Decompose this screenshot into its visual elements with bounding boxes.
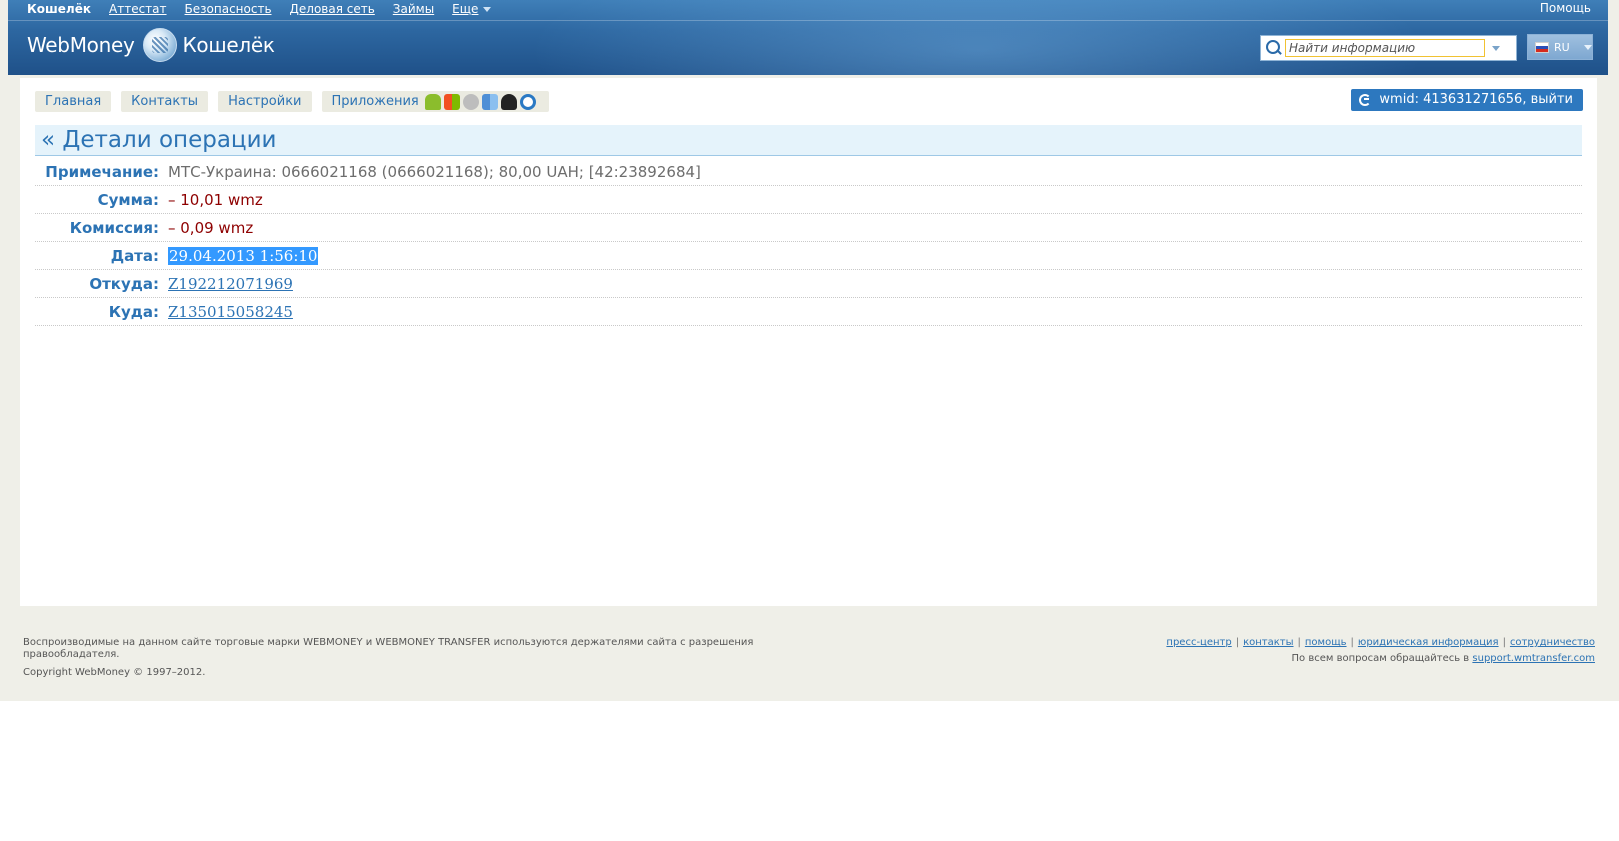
- separator: |: [1502, 637, 1506, 648]
- detail-row-amount: Сумма: – 10,01 wmz: [35, 186, 1582, 214]
- mac-icon[interactable]: [481, 93, 498, 110]
- footer-link-cooperation[interactable]: сотрудничество: [1510, 637, 1595, 648]
- windows-icon[interactable]: [443, 93, 460, 110]
- language-selector[interactable]: RU: [1527, 34, 1593, 60]
- separator: |: [1235, 637, 1240, 648]
- nav-security[interactable]: Безопасность: [185, 2, 272, 16]
- logo[interactable]: WebMoney Кошелёк: [27, 28, 275, 62]
- separator: |: [1350, 637, 1354, 648]
- footer-links: пресс-центр | контакты | помощь | юридическая …: [1166, 637, 1595, 665]
- footer-link-help[interactable]: помощь: [1305, 637, 1347, 648]
- tab-contacts[interactable]: Контакты: [121, 91, 209, 112]
- operation-details: Примечание: МТС-Украина: 0666021168 (066…: [35, 158, 1582, 326]
- nav-more[interactable]: Еще: [452, 2, 492, 16]
- detail-label: Комиссия:: [69, 218, 159, 237]
- chevron-down-icon: [1492, 45, 1500, 51]
- tab-applications-label: Приложения: [331, 94, 419, 109]
- search-icon[interactable]: [1261, 36, 1285, 60]
- section-tabs: Главная Контакты Настройки Приложения: [35, 91, 559, 112]
- footer-link-contacts[interactable]: контакты: [1243, 637, 1293, 648]
- detail-link-from[interactable]: Z192212071969: [168, 275, 293, 293]
- linux-icon[interactable]: [500, 93, 517, 110]
- detail-value-note: МТС-Украина: 0666021168 (0666021168); 80…: [168, 162, 701, 181]
- nav-wallet[interactable]: Кошелёк: [27, 2, 91, 16]
- detail-label: Куда:: [108, 302, 159, 321]
- detail-value-fee: – 0,09 wmz: [168, 218, 254, 237]
- nav-business-network[interactable]: Деловая сеть: [290, 2, 375, 16]
- support-text: По всем вопросам обращайтесь в: [1291, 653, 1470, 664]
- search-input[interactable]: [1285, 39, 1485, 57]
- search-box: [1260, 35, 1517, 61]
- detail-label: Откуда:: [89, 274, 159, 293]
- language-code: RU: [1554, 40, 1570, 54]
- separator: |: [1297, 637, 1301, 648]
- tab-applications[interactable]: Приложения: [321, 91, 549, 112]
- webmoney-globe-icon: [142, 28, 177, 62]
- wmid-label: wmid: 413631271656, выйти: [1379, 92, 1573, 107]
- search-dropdown[interactable]: [1485, 36, 1507, 60]
- android-icon[interactable]: [424, 93, 441, 110]
- detail-value-amount: – 10,01 wmz: [168, 190, 263, 209]
- nav-more-label: Еще: [452, 2, 479, 16]
- detail-row-to: Куда: Z135015058245: [35, 298, 1582, 326]
- trademark-notice: Воспроизводимые на данном сайте торговые…: [23, 637, 754, 660]
- detail-value-date: 29.04.2013 1:56:10: [168, 246, 319, 265]
- page-title[interactable]: « Детали операции: [35, 125, 1582, 156]
- main-content: Главная Контакты Настройки Приложения wm…: [20, 78, 1597, 606]
- detail-label: Примечание:: [45, 162, 159, 181]
- footer-legal: Воспроизводимые на данном сайте торговые…: [23, 637, 793, 679]
- detail-row-note: Примечание: МТС-Украина: 0666021168 (066…: [35, 158, 1582, 186]
- chevron-down-icon: [1583, 44, 1592, 50]
- detail-row-date: Дата: 29.04.2013 1:56:10: [35, 242, 1582, 270]
- header: Кошелёк Аттестат Безопасность Деловая се…: [8, 0, 1608, 75]
- detail-label: Дата:: [110, 246, 159, 265]
- logout-icon: [1359, 94, 1372, 106]
- tab-settings[interactable]: Настройки: [218, 91, 312, 112]
- support-line: По всем вопросам обращайтесь в support.w…: [1166, 653, 1596, 665]
- russia-flag-icon: [1535, 41, 1549, 53]
- logout-button[interactable]: wmid: 413631271656, выйти: [1351, 89, 1583, 111]
- detail-link-to[interactable]: Z135015058245: [168, 303, 293, 321]
- web-icon[interactable]: [519, 93, 536, 110]
- apple-icon[interactable]: [462, 93, 479, 110]
- app-icons: [424, 93, 539, 110]
- page-title-bar: « Детали операции: [35, 125, 1582, 156]
- detail-row-fee: Комиссия: – 0,09 wmz: [35, 214, 1582, 242]
- support-link[interactable]: support.wmtransfer.com: [1472, 653, 1595, 664]
- detail-label: Сумма:: [97, 190, 159, 209]
- footer-link-press[interactable]: пресс-центр: [1166, 637, 1231, 648]
- page-background: Кошелёк Аттестат Безопасность Деловая се…: [0, 0, 1619, 701]
- copyright: Copyright WebMoney © 1997–2012.: [23, 667, 206, 678]
- tab-home[interactable]: Главная: [35, 91, 112, 112]
- top-navigation: Кошелёк Аттестат Безопасность Деловая се…: [27, 0, 509, 18]
- nav-loans[interactable]: Займы: [393, 2, 434, 16]
- chevron-down-icon: [483, 6, 492, 12]
- logo-brand: WebMoney: [27, 33, 135, 57]
- footer-link-legal[interactable]: юридическая информация: [1358, 637, 1499, 648]
- footer-link-list: пресс-центр | контакты | помощь | юридическая …: [1166, 637, 1595, 649]
- logo-product: Кошелёк: [182, 33, 275, 57]
- detail-row-from: Откуда: Z192212071969: [35, 270, 1582, 298]
- help-link[interactable]: Помощь: [1540, 0, 1591, 16]
- nav-attestat[interactable]: Аттестат: [109, 2, 167, 16]
